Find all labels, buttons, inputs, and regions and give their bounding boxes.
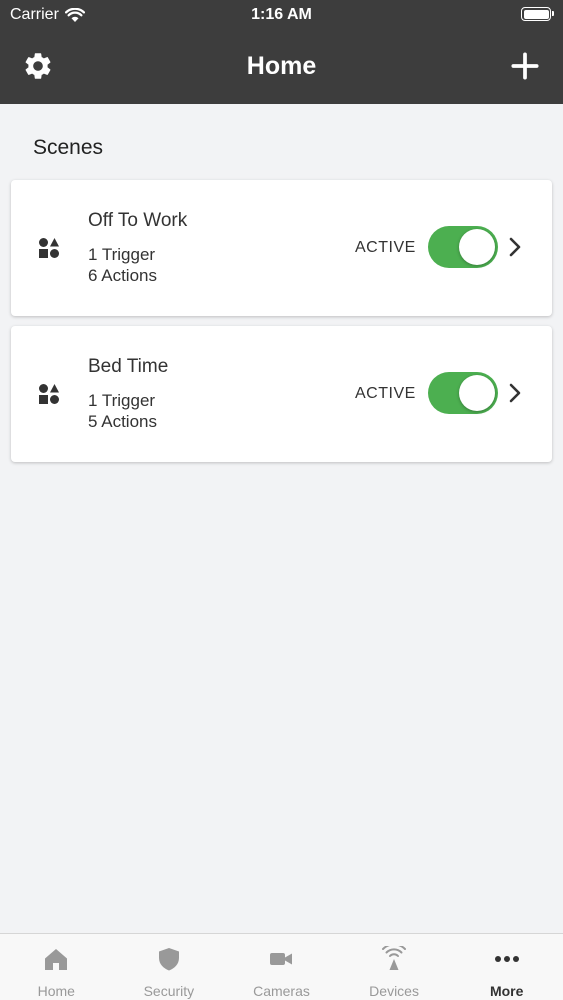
nav-bar: Home (0, 30, 563, 104)
chevron-right-icon[interactable] (508, 382, 522, 404)
status-bar: Carrier 1:16 AM (0, 0, 563, 30)
tab-label: Home (37, 983, 75, 999)
scene-status-label: ACTIVE (355, 239, 416, 256)
tab-devices[interactable]: Devices (338, 934, 451, 1000)
tab-label: More (489, 983, 524, 999)
tab-label: Cameras (253, 983, 310, 999)
scene-trigger-count: 1 Trigger (88, 245, 156, 264)
plus-icon[interactable] (511, 52, 539, 80)
scene-trigger-count: 1 Trigger (88, 391, 156, 410)
tab-label: Security (143, 983, 195, 999)
scene-action-count: 6 Actions (88, 266, 157, 285)
tab-label: Devices (369, 983, 419, 999)
scene-card[interactable]: Off To Work 1 Trigger 6 Actions ACTIVE (11, 180, 552, 316)
scene-active-toggle[interactable] (428, 226, 498, 268)
scene-shapes-icon (39, 384, 59, 404)
scene-status-label: ACTIVE (355, 385, 416, 402)
scene-card[interactable]: Bed Time 1 Trigger 5 Actions ACTIVE (11, 326, 552, 462)
tab-security[interactable]: Security (113, 934, 226, 1000)
camera-icon (270, 953, 293, 965)
scene-name: Bed Time (88, 356, 169, 377)
tab-bar: Home Security Cameras Devices More (0, 933, 563, 1000)
tab-more[interactable]: More (450, 934, 563, 1000)
more-dots-icon (494, 956, 519, 962)
home-icon (45, 949, 68, 970)
tab-home[interactable]: Home (0, 934, 113, 1000)
scene-shapes-icon (39, 238, 59, 258)
scene-active-toggle[interactable] (428, 372, 498, 414)
tab-cameras[interactable]: Cameras (225, 934, 338, 1000)
chevron-right-icon[interactable] (508, 236, 522, 258)
battery-icon (521, 7, 554, 21)
page-title: Home (246, 52, 317, 80)
wifi-antenna-icon (382, 946, 407, 970)
status-time: 1:16 AM (251, 6, 312, 23)
scene-action-count: 5 Actions (88, 412, 157, 431)
scene-name: Off To Work (88, 210, 188, 231)
section-title-scenes: Scenes (33, 136, 104, 159)
shield-icon (158, 948, 179, 971)
